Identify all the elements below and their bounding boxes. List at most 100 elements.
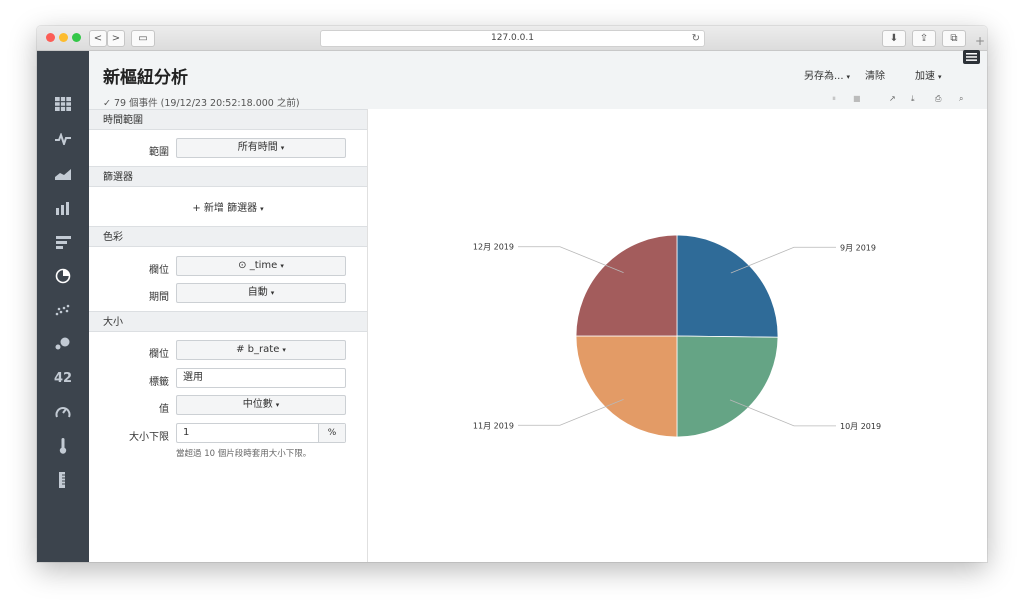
export-icon[interactable]: ⤓ xyxy=(911,94,915,104)
area-chart-icon xyxy=(55,169,71,180)
back-button[interactable]: < xyxy=(89,30,107,47)
size-field-value: # b_rate xyxy=(236,344,280,355)
reload-icon[interactable]: ↻ xyxy=(692,31,700,46)
time-range-dropdown[interactable]: 所有時間 ▾ xyxy=(176,138,346,158)
address-bar[interactable]: 127.0.0.1 ↻ xyxy=(320,30,705,47)
zoom-window-button[interactable] xyxy=(72,33,81,42)
pie-chart: 9月 2019 10月 2019 11月 2019 12月 2019 xyxy=(473,234,881,438)
nav-bar-chart[interactable] xyxy=(37,227,89,257)
tag-label: 標籤 xyxy=(149,377,169,388)
search-icon[interactable]: ⌕ xyxy=(959,94,963,104)
color-field-dropdown[interactable]: ⊙ _time ▾ xyxy=(176,256,346,276)
chevron-down-icon: ▾ xyxy=(938,73,942,81)
min-size-input[interactable]: 1 % xyxy=(176,423,346,443)
stop-icon[interactable]: ■ xyxy=(853,94,861,103)
chevron-down-icon: ▾ xyxy=(270,289,275,297)
downloads-button[interactable]: ⬇ xyxy=(882,30,906,47)
chevron-right-icon: > xyxy=(111,33,121,44)
pie-slice[interactable] xyxy=(676,335,779,438)
download-icon: ⬇ xyxy=(889,33,899,44)
nav-bubble-chart[interactable] xyxy=(37,329,89,359)
value-dropdown[interactable]: 中位數 ▾ xyxy=(176,395,346,415)
chart-area: 9月 2019 10月 2019 11月 2019 12月 2019 xyxy=(368,109,987,562)
slice-label: 11月 2019 xyxy=(473,421,514,430)
pie-slice[interactable] xyxy=(575,234,678,337)
nav-column-chart[interactable] xyxy=(37,193,89,223)
page-title: 新樞紐分析 xyxy=(103,68,188,88)
share-button[interactable]: ⇪ xyxy=(912,30,936,47)
nav-scatter-chart[interactable] xyxy=(37,295,89,325)
chevron-down-icon: ▾ xyxy=(275,401,280,409)
sidebar-toggle-button[interactable]: ▭ xyxy=(131,30,155,47)
nav-single-value[interactable]: 42 xyxy=(37,363,89,393)
add-filter-label: + 新增 篩選器 xyxy=(192,203,258,214)
period-dropdown[interactable]: 自動 ▾ xyxy=(176,283,346,303)
pivot-header: 新樞紐分析 ✓ 79 個事件 (19/12/23 20:52:18.000 之前… xyxy=(89,50,987,109)
gauge-icon xyxy=(55,407,71,418)
url-text: 127.0.0.1 xyxy=(491,33,534,43)
single-value-label: 42 xyxy=(53,370,73,386)
app-menu-button[interactable] xyxy=(963,50,980,64)
chevron-down-icon: ▾ xyxy=(846,73,851,81)
min-size-value: 1 xyxy=(183,427,190,438)
check-icon: ✓ xyxy=(103,98,111,109)
nav-gauge[interactable] xyxy=(37,397,89,427)
save-as-menu[interactable]: 另存為... ▾ xyxy=(804,67,850,82)
forward-button[interactable]: > xyxy=(107,30,125,47)
chevron-left-icon: < xyxy=(93,33,103,44)
hamburger-icon xyxy=(966,53,977,61)
accelerate-menu[interactable]: 加速 ▾ xyxy=(915,67,942,82)
clear-button[interactable]: 清除 xyxy=(865,67,885,82)
sidebar-icon: ▭ xyxy=(138,33,148,44)
nav-area-chart[interactable] xyxy=(37,159,89,189)
ruler-icon xyxy=(59,472,65,488)
table-icon xyxy=(55,97,71,111)
share-icon[interactable]: ↗ xyxy=(889,94,896,103)
section-filters: 篩選器 xyxy=(89,166,367,187)
new-tab-icon[interactable]: + xyxy=(975,34,985,48)
chevron-down-icon: ▾ xyxy=(260,205,264,213)
time-range-value: 所有時間 xyxy=(237,142,278,153)
nav-pie-chart[interactable] xyxy=(37,261,89,291)
percent-unit: % xyxy=(318,424,345,442)
add-filter-button[interactable]: + 新增 篩選器 ▾ xyxy=(89,199,367,214)
period-label: 期間 xyxy=(149,292,169,303)
event-status: ✓ 79 個事件 (19/12/23 20:52:18.000 之前) xyxy=(103,95,300,109)
section-size: 大小 xyxy=(89,311,367,332)
nav-marker-gauge[interactable] xyxy=(37,465,89,495)
tag-input[interactable]: 選用 xyxy=(176,368,346,388)
slice-label: 9月 2019 xyxy=(840,243,876,252)
value-label: 值 xyxy=(159,404,169,415)
minimize-window-button[interactable] xyxy=(59,33,68,42)
thermometer-icon xyxy=(59,438,67,454)
slice-label: 10月 2019 xyxy=(840,422,881,431)
tabs-icon: ⧉ xyxy=(950,33,958,44)
close-window-button[interactable] xyxy=(46,33,55,42)
range-label: 範圍 xyxy=(149,147,169,158)
pie-slice[interactable] xyxy=(575,335,678,438)
min-size-help: 當超過 10 個片段時套用大小下限。 xyxy=(176,449,312,459)
section-time-range: 時間範圍 xyxy=(89,109,367,130)
config-panel: 時間範圍 範圍 所有時間 ▾ 篩選器 + 新增 篩選器 ▾ 色彩 欄位 ⊙ _tim… xyxy=(89,109,368,562)
pie-slice[interactable] xyxy=(676,234,779,338)
nav-line-chart[interactable] xyxy=(37,124,89,154)
bar-chart-icon xyxy=(56,201,69,215)
min-size-label: 大小下限 xyxy=(129,432,169,443)
print-icon[interactable]: ⎙ xyxy=(935,94,941,104)
size-field-dropdown[interactable]: # b_rate ▾ xyxy=(176,340,346,360)
color-field-value: ⊙ _time xyxy=(238,260,278,271)
pause-icon[interactable]: ⏸ xyxy=(832,94,836,104)
bubble-icon xyxy=(55,337,70,350)
nav-filler-gauge[interactable] xyxy=(37,431,89,461)
section-color: 色彩 xyxy=(89,226,367,247)
chevron-down-icon: ▾ xyxy=(280,144,285,152)
color-field-label: 欄位 xyxy=(149,265,169,276)
nav-table[interactable] xyxy=(37,89,89,119)
horizontal-bar-icon xyxy=(55,235,71,249)
share-icon: ⇪ xyxy=(919,33,929,44)
tabs-button[interactable]: ⧉ xyxy=(942,30,966,47)
save-as-label: 另存為... xyxy=(804,71,844,82)
slice-label: 12月 2019 xyxy=(473,243,514,252)
event-status-text: 79 個事件 (19/12/23 20:52:18.000 之前) xyxy=(114,98,300,109)
value-value: 中位數 xyxy=(242,399,273,410)
